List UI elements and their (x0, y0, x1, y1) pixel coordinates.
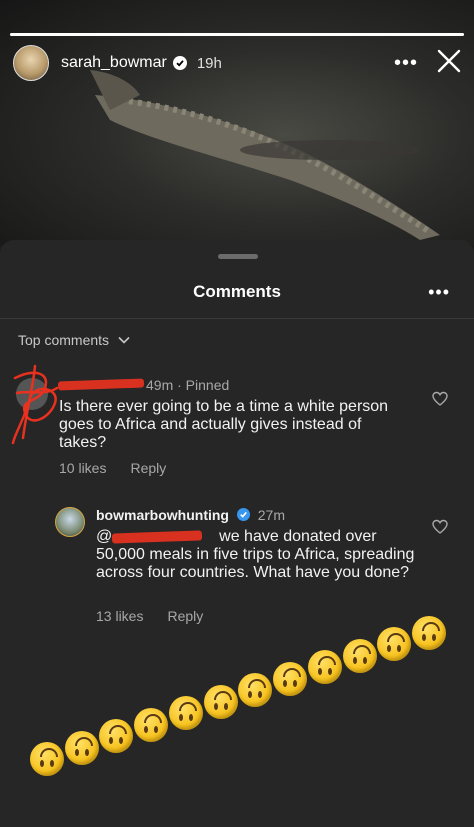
drag-handle[interactable] (218, 254, 258, 259)
comment-mention[interactable]: @ (96, 528, 112, 545)
comment-pinned: · Pinned (177, 377, 230, 393)
comment-time: 49m (146, 377, 174, 393)
sort-label: Top comments (18, 332, 110, 348)
upside-down-face-emoji (342, 638, 377, 673)
story-avatar[interactable] (13, 45, 49, 81)
verified-badge-icon (172, 56, 187, 70)
verified-badge-icon (236, 508, 250, 521)
comment-likes[interactable]: 13 likes (96, 608, 143, 624)
upside-down-face-emoji (64, 730, 99, 765)
comment-meta: 13 likes Reply (96, 608, 227, 624)
red-scribble (11, 364, 59, 445)
reply-button[interactable]: Reply (130, 460, 166, 476)
story-progress-bar (10, 33, 464, 36)
story-header: sarah_bowmar 19h ••• (0, 40, 474, 86)
story-progress-fill (10, 33, 464, 36)
comment-avatar[interactable] (55, 507, 85, 537)
upside-down-face-emoji (203, 684, 238, 719)
comment-username[interactable]: bowmarbowhunting (96, 507, 229, 523)
comment-likes[interactable]: 10 likes (59, 460, 106, 476)
upside-down-face-emoji (134, 707, 169, 742)
comment-text: Is there ever going to be a time a white… (59, 398, 389, 451)
story-time: 19h (196, 54, 222, 72)
more-horizontal-icon[interactable]: ••• (394, 52, 418, 75)
sort-dropdown[interactable]: Top comments (18, 332, 130, 348)
upside-down-face-emoji (412, 616, 446, 650)
upside-down-face-emoji (273, 661, 308, 696)
sheet-title: Comments (193, 282, 281, 301)
heart-icon[interactable] (432, 391, 448, 407)
comment-time: 27m (257, 507, 285, 523)
upside-down-face-emoji (168, 696, 203, 731)
comment-header: 49m · Pinned (146, 377, 229, 393)
comment-meta: 10 likes Reply (59, 460, 190, 476)
story-username[interactable]: sarah_bowmar (61, 54, 167, 72)
story-background: sarah_bowmar 19h ••• (0, 0, 474, 245)
chevron-down-icon (118, 336, 130, 344)
upside-down-face-emoji (307, 650, 342, 685)
heart-icon[interactable] (432, 519, 448, 535)
comment-header: bowmarbowhunting 27m (96, 507, 285, 523)
close-icon[interactable] (436, 48, 462, 74)
divider (0, 318, 474, 319)
sheet-more-icon[interactable]: ••• (428, 282, 450, 303)
reply-button[interactable]: Reply (167, 608, 203, 624)
upside-down-face-emoji (30, 742, 64, 776)
crocodile-photo (90, 70, 440, 240)
